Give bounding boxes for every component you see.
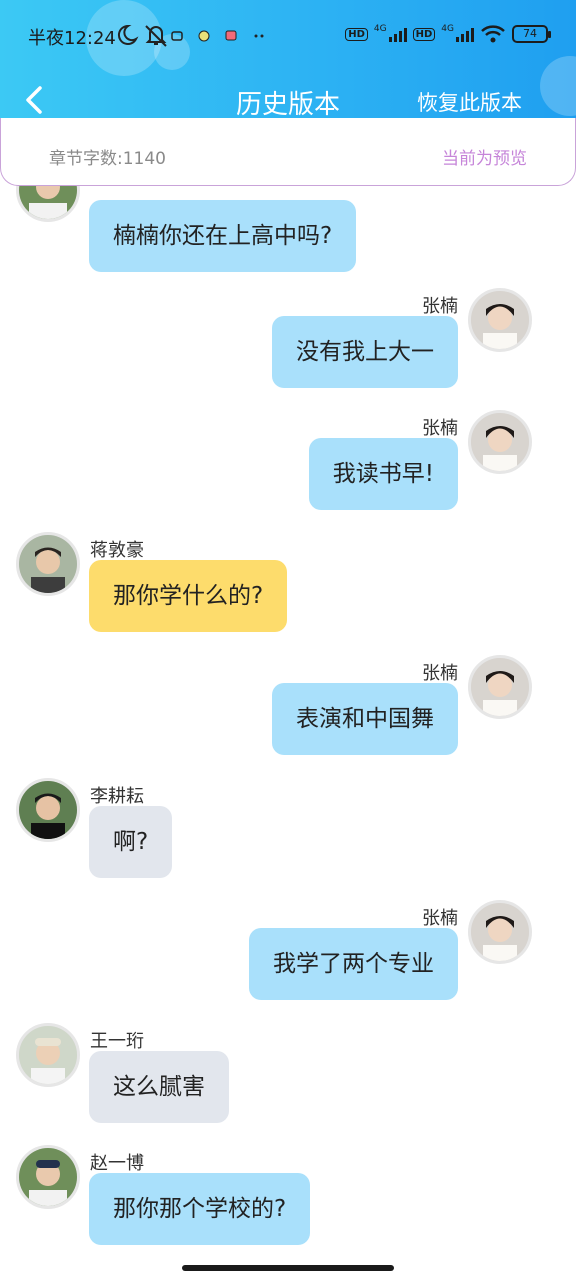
hd-badge: HD bbox=[345, 27, 368, 41]
sender-name: 蒋敦豪 bbox=[90, 540, 144, 561]
message-item: 张楠 我读书早! bbox=[0, 408, 576, 518]
message-item: 张楠 我学了两个专业 bbox=[0, 898, 576, 1008]
app-icon bbox=[198, 30, 210, 42]
preview-label: 当前为预览 bbox=[442, 149, 527, 169]
avatar[interactable] bbox=[468, 288, 532, 352]
status-time: 半夜12:24 bbox=[28, 28, 116, 49]
message-bubble[interactable]: 这么腻害 bbox=[89, 1051, 229, 1123]
app-icon bbox=[171, 31, 183, 41]
status-icons bbox=[114, 22, 264, 52]
message-bubble[interactable]: 表演和中国舞 bbox=[272, 683, 458, 755]
more-icon bbox=[254, 34, 258, 38]
hd-badge-2: HD bbox=[412, 27, 436, 41]
message-bubble[interactable]: 那你那个学校的? bbox=[89, 1173, 311, 1245]
restore-version-button[interactable]: 恢复此版本 bbox=[417, 87, 522, 117]
sender-name: 张楠 bbox=[422, 296, 458, 317]
avatar[interactable] bbox=[16, 532, 80, 596]
moon-icon bbox=[117, 24, 139, 45]
network-label: 4G bbox=[373, 24, 387, 34]
sender-name: 李耕耘 bbox=[90, 786, 144, 807]
signal-icon-2 bbox=[456, 26, 474, 42]
message-bubble[interactable]: 我学了两个专业 bbox=[249, 928, 458, 1000]
message-item: 张楠 表演和中国舞 bbox=[0, 653, 576, 763]
sender-name: 张楠 bbox=[422, 418, 458, 439]
avatar[interactable] bbox=[468, 900, 532, 964]
info-bar: 章节字数:1140 当前为预览 bbox=[0, 118, 576, 186]
message-bubble[interactable]: 我读书早! bbox=[308, 438, 458, 510]
message-item: 张楠 没有我上大一 bbox=[0, 286, 576, 396]
avatar[interactable] bbox=[468, 655, 532, 719]
sender-name: 赵一博 bbox=[90, 1153, 144, 1174]
sender-name: 张楠 bbox=[422, 908, 458, 929]
message-item: 蒋敦豪 那你学什么的? bbox=[0, 530, 576, 640]
avatar[interactable] bbox=[16, 1145, 80, 1209]
app-icon bbox=[225, 30, 237, 41]
sender-name: 张楠 bbox=[422, 663, 458, 684]
message-item: 楠楠你还在上高中吗? bbox=[0, 170, 576, 280]
message-bubble[interactable]: 楠楠你还在上高中吗? bbox=[89, 200, 357, 272]
message-bubble[interactable]: 啊? bbox=[89, 806, 173, 878]
avatar[interactable] bbox=[16, 1023, 80, 1087]
avatar[interactable] bbox=[468, 410, 532, 474]
status-right: HD 4G HD 4G 74 bbox=[345, 24, 551, 44]
avatar[interactable] bbox=[16, 778, 80, 842]
wifi-icon bbox=[481, 25, 505, 43]
word-count: 章节字数:1140 bbox=[49, 149, 166, 169]
message-item: 王一珩 这么腻害 bbox=[0, 1021, 576, 1131]
network-label-2: 4G bbox=[441, 24, 454, 34]
message-bubble[interactable]: 没有我上大一 bbox=[272, 316, 458, 388]
sender-name: 王一珩 bbox=[90, 1031, 144, 1052]
battery-icon: 74 bbox=[512, 25, 551, 43]
message-bubble[interactable]: 那你学什么的? bbox=[89, 560, 288, 632]
chat-list[interactable]: 楠楠你还在上高中吗? 张楠 没有我上大一 张楠 我读书早! 蒋敦豪 那你学什么的… bbox=[0, 170, 576, 1270]
message-item: 李耕耘 啊? bbox=[0, 776, 576, 886]
app-header: 半夜12:24 HD 4G HD 4G 74 历史版本 恢复此版本 bbox=[0, 0, 576, 130]
home-indicator[interactable] bbox=[182, 1265, 394, 1271]
signal-icon bbox=[388, 26, 407, 42]
message-item: 赵一博 那你那个学校的? bbox=[0, 1143, 576, 1253]
status-bar: 半夜12:24 HD 4G HD 4G 74 bbox=[0, 0, 576, 70]
notification-icons bbox=[117, 24, 264, 47]
